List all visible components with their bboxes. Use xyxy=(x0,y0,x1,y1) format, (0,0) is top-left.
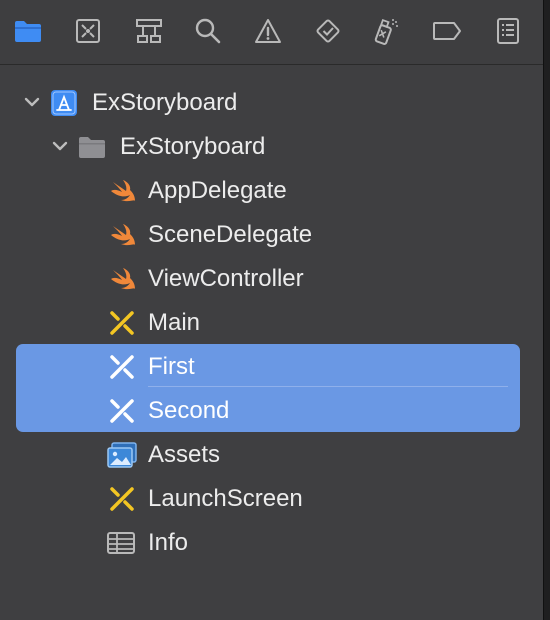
storyboard-icon xyxy=(110,399,134,423)
tree-item-label: ExStoryboard xyxy=(120,133,266,160)
tree-item-file[interactable]: AppDelegate xyxy=(0,168,544,212)
storyboard-icon xyxy=(110,355,134,379)
project-navigator-button[interactable] xyxy=(11,14,45,48)
test-navigator-button[interactable] xyxy=(311,14,345,48)
tree-item-label: Info xyxy=(148,529,189,556)
tree-item-file[interactable]: Info xyxy=(0,520,544,564)
project-tree: ExStoryboard ExStoryboard AppDelegate Sc… xyxy=(0,64,544,620)
tree-item-label: SceneDelegate xyxy=(148,221,313,248)
tree-item-file[interactable]: ViewController xyxy=(0,256,544,300)
issue-navigator-button[interactable] xyxy=(251,14,285,48)
spray-can-icon xyxy=(374,18,398,45)
tree-item-label: ExStoryboard xyxy=(92,89,238,116)
tree-item-file[interactable]: Assets xyxy=(0,432,544,476)
plist-table-icon xyxy=(107,532,135,554)
report-navigator-button[interactable] xyxy=(491,14,525,48)
storyboard-icon xyxy=(110,487,134,511)
tree-item-file-selected[interactable]: First xyxy=(0,344,544,388)
report-list-icon xyxy=(497,18,519,44)
source-control-icon xyxy=(76,19,100,43)
tree-item-project[interactable]: ExStoryboard xyxy=(0,80,544,124)
swift-icon xyxy=(111,180,135,202)
folder-icon xyxy=(15,21,41,42)
source-control-navigator-button[interactable] xyxy=(71,14,105,48)
storyboard-icon xyxy=(110,311,134,335)
hierarchy-icon xyxy=(136,19,162,43)
chevron-down-icon[interactable] xyxy=(22,92,42,112)
tree-item-label: AppDelegate xyxy=(148,177,287,204)
debug-navigator-button[interactable] xyxy=(369,14,403,48)
find-navigator-button[interactable] xyxy=(191,14,225,48)
tree-item-label: Main xyxy=(148,309,201,336)
breakpoint-tag-icon xyxy=(433,22,461,40)
tree-item-file[interactable]: Main xyxy=(0,300,544,344)
breakpoint-navigator-button[interactable] xyxy=(430,14,464,48)
tree-item-label: LaunchScreen xyxy=(148,485,303,512)
tree-item-label: Second xyxy=(148,397,230,424)
test-diamond-icon xyxy=(316,19,340,43)
swift-icon xyxy=(111,224,135,246)
tree-item-file[interactable]: LaunchScreen xyxy=(0,476,544,520)
tree-item-group[interactable]: ExStoryboard xyxy=(0,124,544,168)
symbol-navigator-button[interactable] xyxy=(132,14,166,48)
window-edge xyxy=(543,0,550,620)
xcode-project-icon xyxy=(51,90,77,116)
tree-item-label: First xyxy=(148,353,195,380)
swift-icon xyxy=(111,268,135,290)
tree-item-label: Assets xyxy=(148,441,221,468)
folder-icon xyxy=(79,137,105,158)
chevron-down-icon[interactable] xyxy=(50,136,70,156)
search-icon xyxy=(195,18,221,44)
warning-icon xyxy=(255,19,281,43)
tree-item-file-selected[interactable]: Second xyxy=(0,388,544,432)
tree-item-file[interactable]: SceneDelegate xyxy=(0,212,544,256)
tree-item-label: ViewController xyxy=(148,265,304,292)
navigator-toolbar xyxy=(0,0,544,65)
asset-catalog-icon xyxy=(107,442,137,468)
